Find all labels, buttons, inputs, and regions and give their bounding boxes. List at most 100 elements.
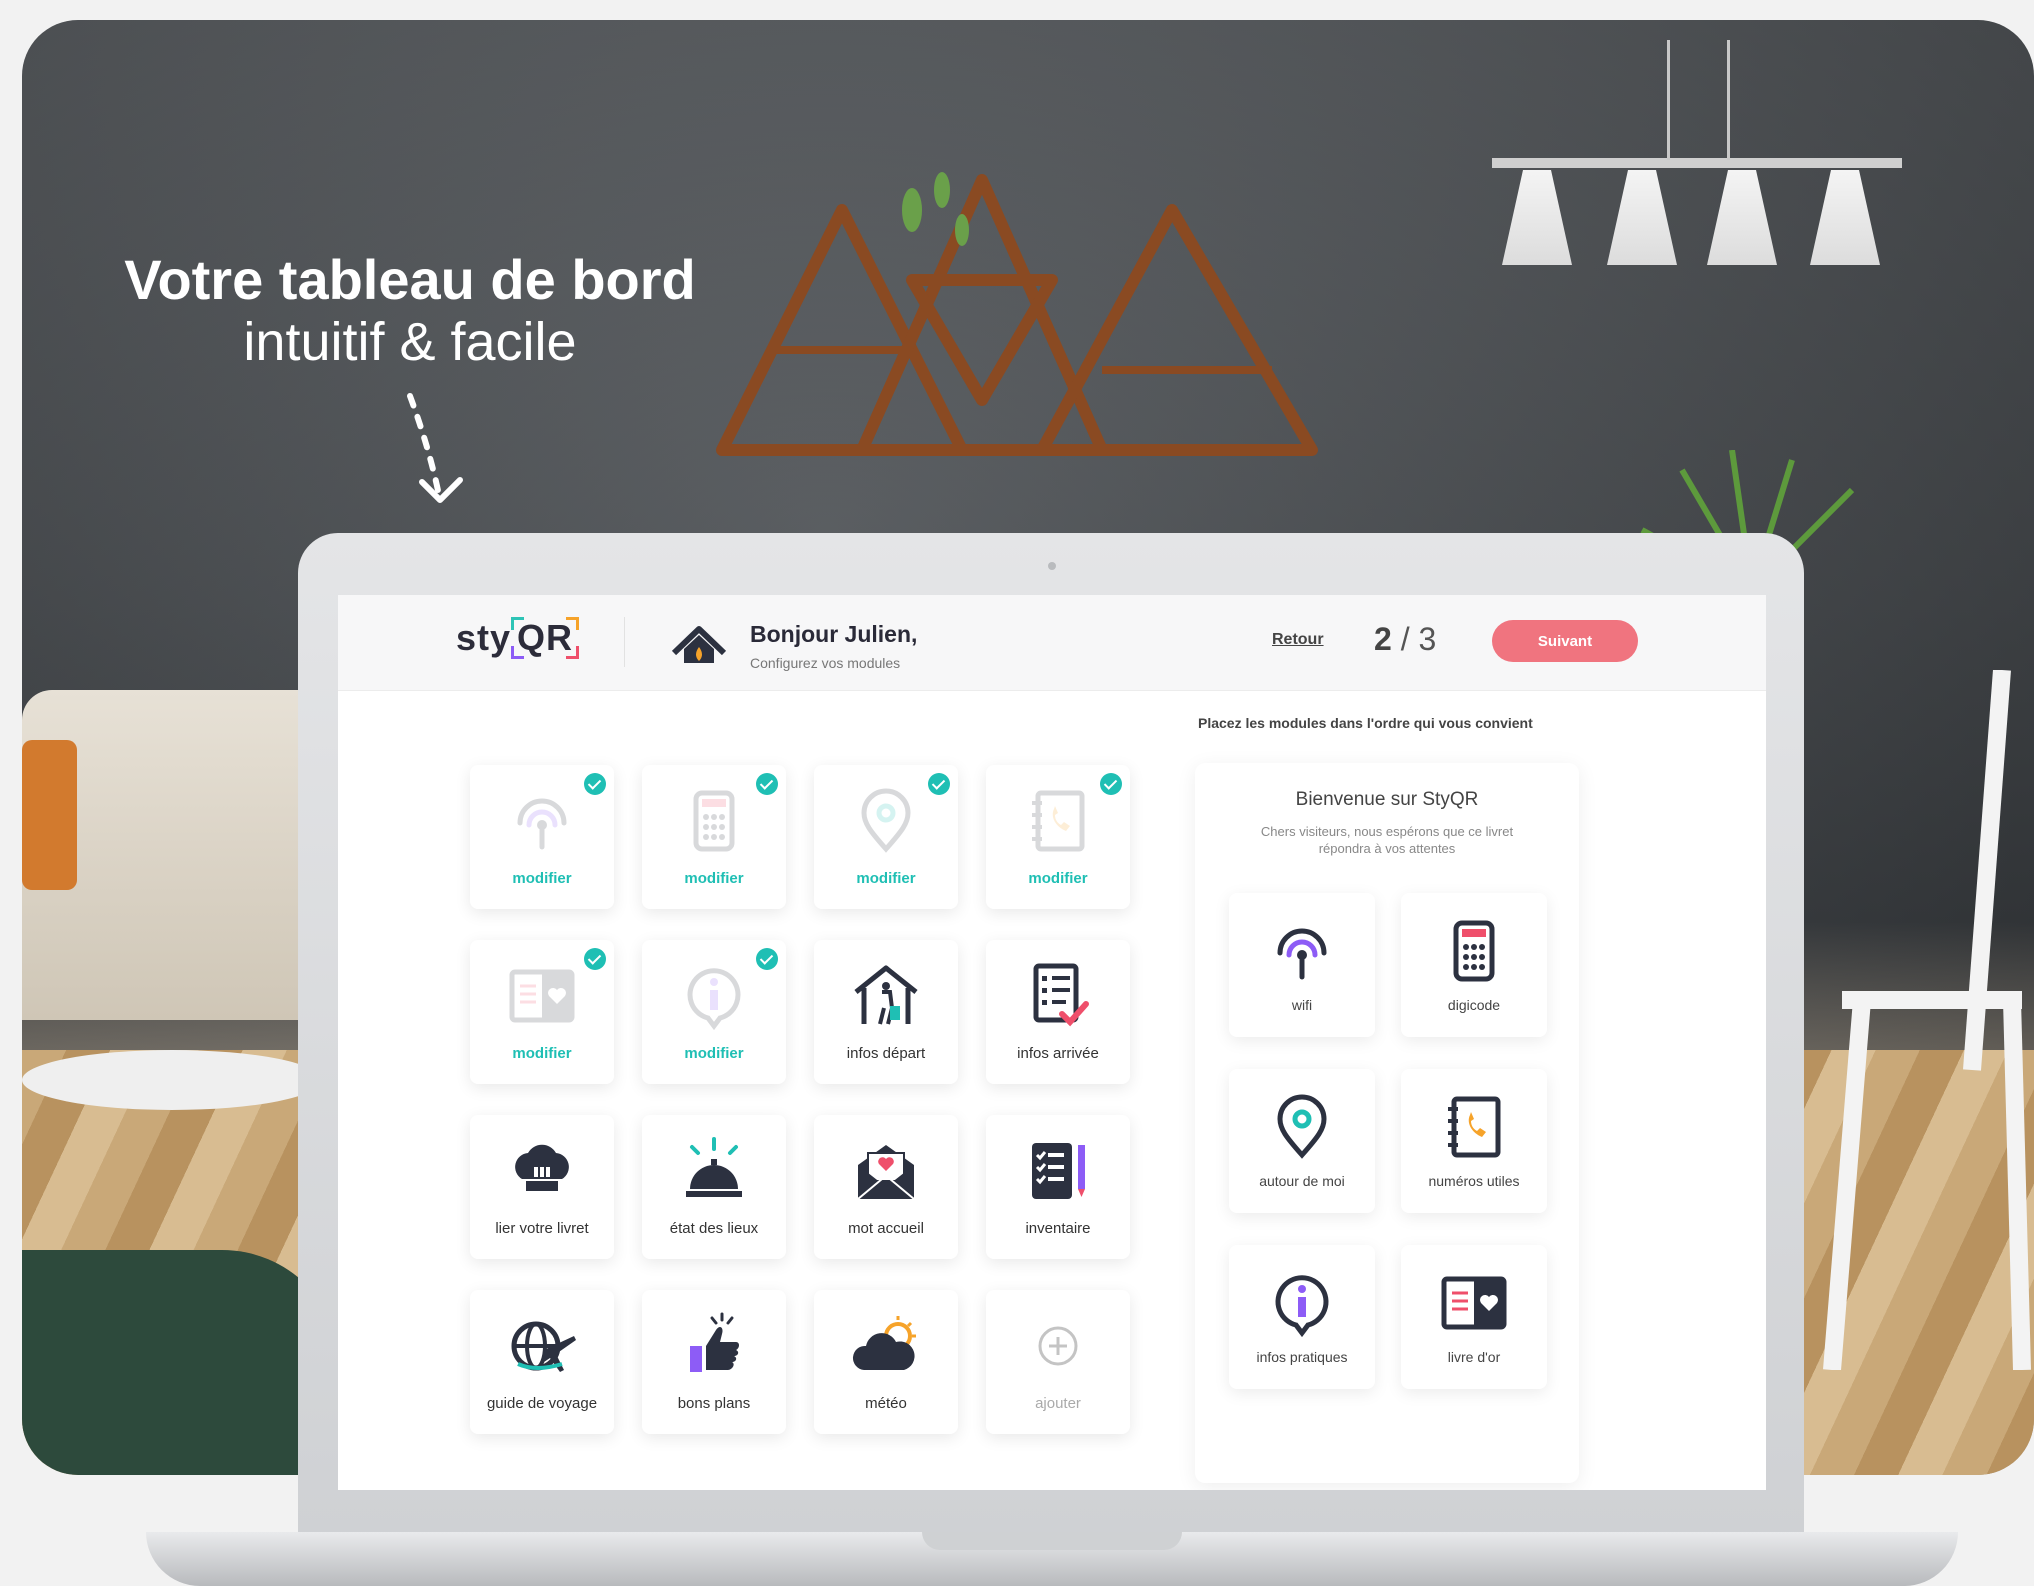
module-tile[interactable]: bons plans xyxy=(642,1290,786,1434)
preview-tile-label: wifi xyxy=(1291,997,1313,1013)
module-tile[interactable]: modifier xyxy=(470,765,614,909)
headline: Votre tableau de bord intuitif & facile xyxy=(90,248,730,372)
orange-pillow xyxy=(22,740,77,890)
next-button[interactable]: Suivant xyxy=(1492,620,1638,662)
preview-tile-label: digicode xyxy=(1447,997,1501,1013)
coffee-table xyxy=(22,1050,322,1110)
module-tile[interactable]: infos arrivée xyxy=(986,940,1130,1084)
module-label: inventaire xyxy=(1025,1220,1091,1237)
step-indicator: 2 / 3 xyxy=(1374,621,1436,658)
plus-circle-icon xyxy=(1022,1310,1094,1382)
preview-tile[interactable]: livre d'or xyxy=(1401,1245,1547,1389)
module-label: modifier xyxy=(684,870,744,887)
module-tile[interactable]: météo xyxy=(814,1290,958,1434)
module-tile[interactable]: infos départ xyxy=(814,940,958,1084)
divider xyxy=(624,617,625,667)
digicode-icon xyxy=(678,785,750,857)
back-link[interactable]: Retour xyxy=(1272,631,1324,649)
triangle-shelf xyxy=(716,172,1318,456)
module-tile[interactable]: modifier xyxy=(986,765,1130,909)
module-tile[interactable]: lier votre livret xyxy=(470,1115,614,1259)
module-label: bons plans xyxy=(677,1395,751,1412)
info-icon xyxy=(1266,1267,1338,1339)
step-separator: / xyxy=(1400,621,1410,657)
wifi-icon xyxy=(506,785,578,857)
chef-hat-icon xyxy=(506,1135,578,1207)
app-screen: sty QR Bonjour Julien, Configurez vos mod… xyxy=(338,595,1766,1490)
preview-tile-label: autour de moi xyxy=(1259,1173,1345,1189)
preview-tile[interactable]: autour de moi xyxy=(1229,1069,1375,1213)
module-tile[interactable]: inventaire xyxy=(986,1115,1130,1259)
module-tile[interactable]: modifier xyxy=(814,765,958,909)
module-label: lier votre livret xyxy=(495,1220,589,1237)
module-label: modifier xyxy=(512,870,572,887)
booklet-preview: Bienvenue sur StyQR Chers visiteurs, nou… xyxy=(1195,763,1579,1483)
preview-tile-label: infos pratiques xyxy=(1256,1349,1348,1365)
reception-bell-icon xyxy=(678,1135,750,1207)
digicode-icon xyxy=(1438,915,1510,987)
module-label: mot accueil xyxy=(848,1220,924,1237)
check-icon xyxy=(584,948,606,970)
thumbs-up-icon xyxy=(678,1310,750,1382)
module-tile[interactable]: modifier xyxy=(470,940,614,1084)
preview-tile-label: livre d'or xyxy=(1447,1349,1501,1365)
check-icon xyxy=(584,773,606,795)
guestbook-icon xyxy=(1438,1267,1510,1339)
check-icon xyxy=(756,773,778,795)
house-icon xyxy=(671,626,727,663)
rug xyxy=(22,1250,342,1475)
pendant-lamp-bar xyxy=(1492,158,1902,168)
preview-tile[interactable]: infos pratiques xyxy=(1229,1245,1375,1389)
module-tile[interactable]: état des lieux xyxy=(642,1115,786,1259)
logo-text-qr: QR xyxy=(517,617,574,658)
headline-subtitle: intuitif & facile xyxy=(243,312,577,372)
weather-cloud-icon xyxy=(850,1310,922,1382)
step-current: 2 xyxy=(1374,621,1392,657)
phone-book-icon xyxy=(1022,785,1094,857)
lamp-wire xyxy=(1727,40,1730,160)
dashed-arrow-icon xyxy=(407,393,463,503)
greeting-subtitle: Configurez vos modules xyxy=(750,655,901,671)
module-label: météo xyxy=(865,1395,907,1412)
laptop-notch xyxy=(922,1532,1182,1550)
check-icon xyxy=(1100,773,1122,795)
module-tile[interactable]: guide de voyage xyxy=(470,1290,614,1434)
preview-tile[interactable]: digicode xyxy=(1401,893,1547,1037)
wifi-icon xyxy=(1266,915,1338,987)
globe-plane-icon xyxy=(506,1310,578,1382)
module-tile[interactable]: modifier xyxy=(642,765,786,909)
module-label: guide de voyage xyxy=(486,1395,598,1412)
preview-tile[interactable]: numéros utiles xyxy=(1401,1069,1547,1213)
module-tile[interactable]: modifier xyxy=(642,940,786,1084)
phone-book-icon xyxy=(1438,1091,1510,1163)
check-icon xyxy=(928,773,950,795)
module-label: modifier xyxy=(512,1045,572,1062)
preview-subtitle: Chers visiteurs, nous espérons que ce li… xyxy=(1260,824,1514,856)
white-chair xyxy=(1823,670,2031,1370)
add-module-tile[interactable]: ajouter xyxy=(986,1290,1130,1434)
step-total: 3 xyxy=(1418,621,1437,657)
module-label: état des lieux xyxy=(669,1220,759,1237)
envelope-heart-icon xyxy=(850,1135,922,1207)
headline-title: Votre tableau de bord xyxy=(124,248,696,311)
inventory-list-icon xyxy=(1022,1135,1094,1207)
module-label: infos départ xyxy=(846,1045,926,1062)
check-icon xyxy=(756,948,778,970)
module-label: modifier xyxy=(1028,870,1088,887)
location-pin-icon xyxy=(850,785,922,857)
top-bar: sty QR Bonjour Julien, Configurez vos mod… xyxy=(338,595,1766,691)
module-label: ajouter xyxy=(1035,1395,1081,1412)
arrival-checklist-icon xyxy=(1022,960,1094,1032)
module-label: infos arrivée xyxy=(1017,1045,1099,1062)
logo-qr: QR xyxy=(511,617,580,659)
preview-tile[interactable]: wifi xyxy=(1229,893,1375,1037)
camera xyxy=(1048,562,1056,570)
departure-house-icon xyxy=(850,960,922,1032)
lamp-wire xyxy=(1667,40,1670,160)
module-tile[interactable]: mot accueil xyxy=(814,1115,958,1259)
styqr-logo[interactable]: sty QR xyxy=(456,617,580,659)
module-label: modifier xyxy=(684,1045,744,1062)
location-pin-icon xyxy=(1266,1091,1338,1163)
guestbook-icon xyxy=(506,960,578,1032)
info-icon xyxy=(678,960,750,1032)
